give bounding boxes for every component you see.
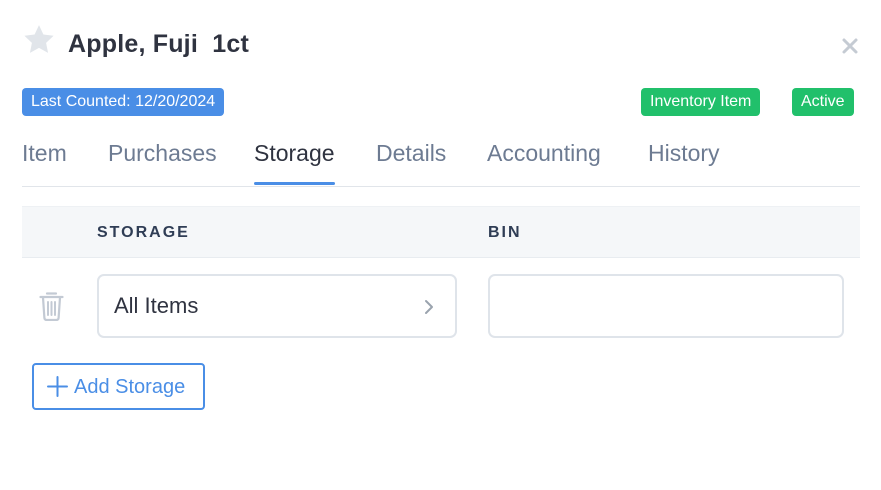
storage-select-value: All Items xyxy=(114,293,199,318)
active-status-badge: Active xyxy=(792,88,854,116)
add-storage-label: Add Storage xyxy=(74,376,186,398)
item-title: Apple, Fuji 1ct xyxy=(68,30,249,58)
bin-input[interactable] xyxy=(488,274,844,338)
tab-history[interactable]: History xyxy=(648,138,720,186)
chevron-right-icon xyxy=(425,300,433,314)
star-icon[interactable] xyxy=(22,23,56,57)
add-storage-button[interactable]: Add Storage xyxy=(32,363,205,410)
tab-item[interactable]: Item xyxy=(22,138,67,186)
last-counted-badge: Last Counted: 12/20/2024 xyxy=(22,88,225,116)
storage-column-header: STORAGE xyxy=(97,224,190,241)
bin-column-header: BIN xyxy=(488,224,522,241)
storage-table-header: STORAGE BIN xyxy=(22,206,860,258)
plus-icon xyxy=(47,376,68,397)
tab-accounting[interactable]: Accounting xyxy=(487,138,601,186)
tab-storage[interactable]: Storage xyxy=(254,138,335,186)
trash-icon[interactable] xyxy=(38,290,65,321)
close-icon[interactable] xyxy=(840,36,860,56)
tab-bar: Item Purchases Storage Details Accountin… xyxy=(22,138,860,187)
storage-select[interactable]: All Items xyxy=(97,274,457,338)
inventory-item-badge: Inventory Item xyxy=(641,88,761,116)
tab-purchases[interactable]: Purchases xyxy=(108,138,217,186)
tab-details[interactable]: Details xyxy=(376,138,446,186)
